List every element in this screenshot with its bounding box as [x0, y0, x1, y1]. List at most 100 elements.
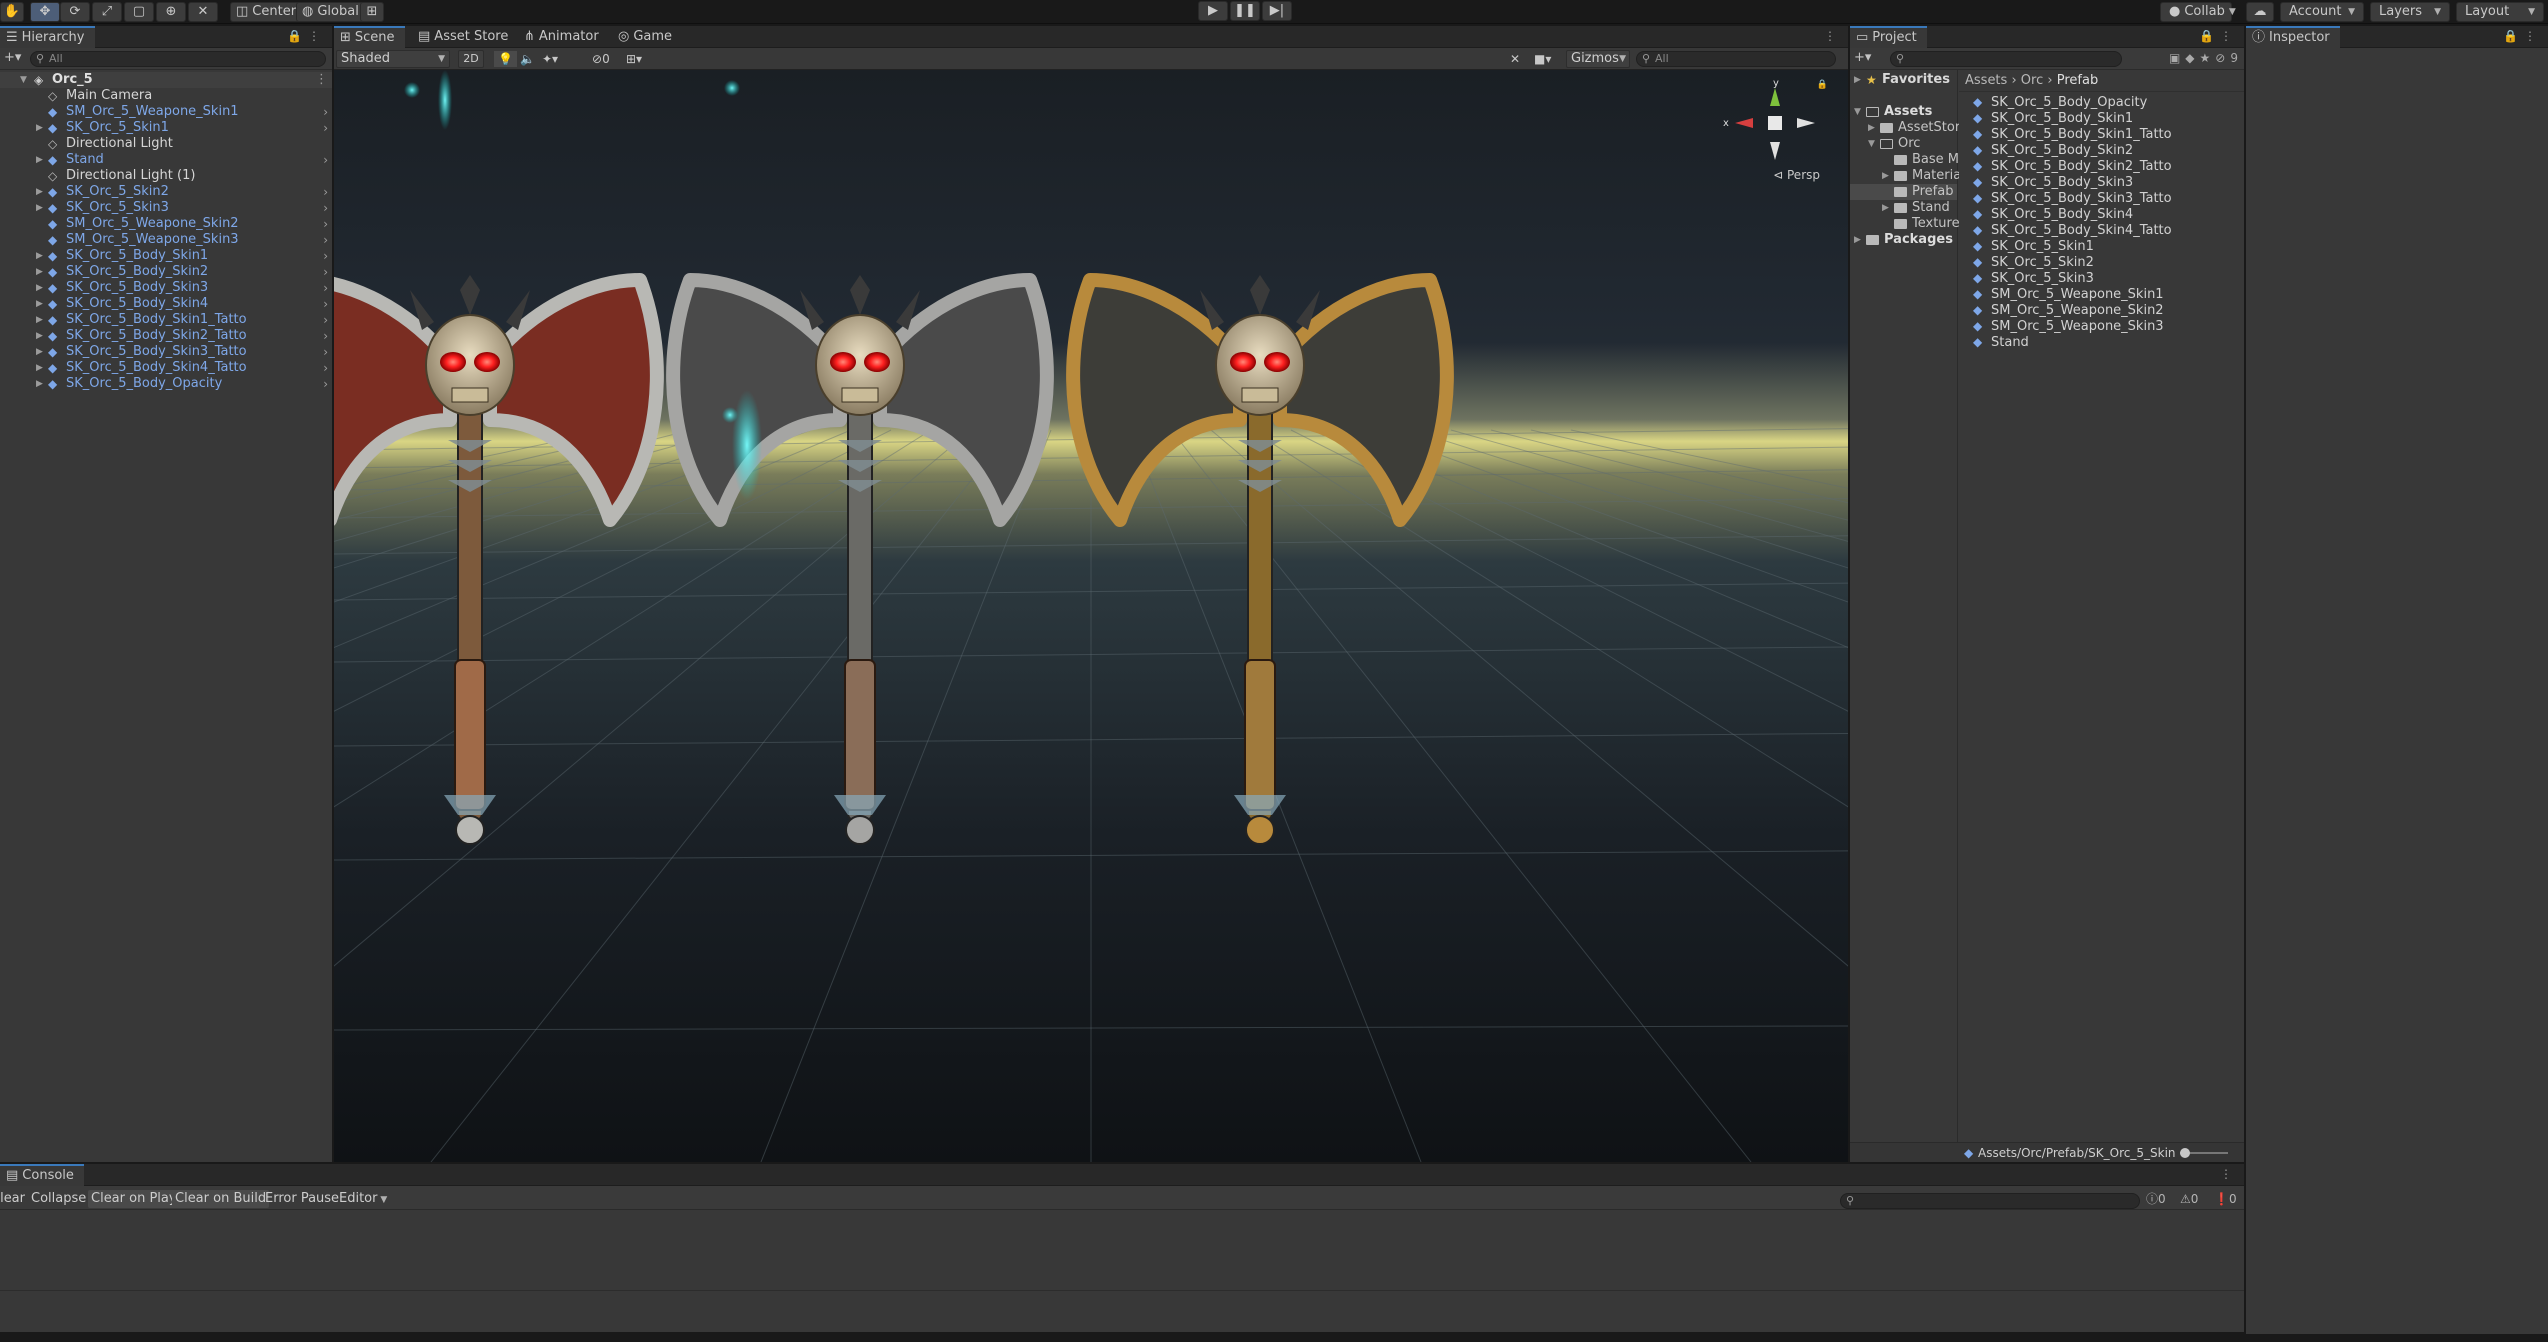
- panel-menu-icon[interactable]: ⋮: [1824, 29, 1842, 43]
- grid-snap-icon[interactable]: ⊞: [360, 2, 384, 22]
- folder-tree-item[interactable]: ▼ Orc: [1850, 136, 1957, 152]
- asset-list-item[interactable]: ◆ SK_Orc_5_Body_Skin1: [1959, 110, 2244, 126]
- global-space-button[interactable]: ◍ Global: [296, 2, 365, 22]
- info-count-toggle[interactable]: ⓘ0: [2146, 1190, 2166, 1208]
- hierarchy-item[interactable]: ▶ ◆ SK_Orc_5_Body_Skin2 ›: [0, 264, 332, 280]
- hierarchy-item[interactable]: ▶ ◆ SK_Orc_5_Skin2 ›: [0, 184, 332, 200]
- expand-arrow-icon[interactable]: ▶: [36, 328, 43, 344]
- clear-on-build-button[interactable]: Clear on Build: [172, 1190, 270, 1208]
- scene-viewport[interactable]: y x ⊲ Persp 🔒: [334, 70, 1848, 1162]
- projection-toggle[interactable]: ⊲ Persp: [1773, 168, 1820, 182]
- folder-tree-item[interactable]: ▶ AssetStore: [1850, 120, 1968, 136]
- hierarchy-item[interactable]: ◆ SM_Orc_5_Weapone_Skin3 ›: [0, 232, 332, 248]
- asset-list-item[interactable]: ◆ SK_Orc_5_Skin2: [1959, 254, 2244, 270]
- breadcrumb-current[interactable]: Prefab: [2057, 73, 2098, 88]
- asset-list-item[interactable]: ◆ SK_Orc_5_Body_Skin4_Tatto: [1959, 222, 2244, 238]
- step-button[interactable]: ▶|: [1262, 1, 1292, 21]
- asset-list-item[interactable]: ◆ SK_Orc_5_Body_Skin2: [1959, 142, 2244, 158]
- gizmos-dropdown[interactable]: Gizmos ▼: [1566, 50, 1630, 68]
- hierarchy-item[interactable]: ▶ ◆ SK_Orc_5_Body_Skin3 ›: [0, 280, 332, 296]
- hierarchy-search-input[interactable]: All: [30, 51, 326, 67]
- custom-tool-icon[interactable]: ✕: [188, 2, 218, 22]
- filter-label-icon[interactable]: ◆: [2185, 51, 2199, 65]
- cloud-button[interactable]: ☁: [2246, 2, 2274, 22]
- hierarchy-item[interactable]: ▶ ◆ SK_Orc_5_Body_Opacity ›: [0, 376, 332, 392]
- expand-arrow-icon[interactable]: ▶: [36, 280, 43, 296]
- asset-list-item[interactable]: ◆ SK_Orc_5_Body_Skin3_Tatto: [1959, 190, 2244, 206]
- expand-arrow-icon[interactable]: ▶: [36, 264, 43, 280]
- camera-dropdown-icon[interactable]: ■▾: [1534, 51, 1551, 67]
- scene-search-input[interactable]: All: [1636, 51, 1836, 67]
- open-prefab-icon[interactable]: ›: [323, 312, 328, 328]
- account-dropdown[interactable]: Account ▼: [2280, 2, 2364, 22]
- expand-arrow-icon[interactable]: ▼: [20, 72, 27, 88]
- hierarchy-item[interactable]: ▶ ◆ Stand ›: [0, 152, 332, 168]
- asset-list-item[interactable]: ◆ Stand: [1959, 334, 2244, 350]
- expand-arrow-icon[interactable]: ▶: [36, 184, 43, 200]
- lighting-toggle-icon[interactable]: 💡: [494, 51, 517, 67]
- error-count-toggle[interactable]: ❗0: [2214, 1190, 2237, 1208]
- open-prefab-icon[interactable]: ›: [323, 120, 328, 136]
- expand-arrow-icon[interactable]: ▼: [1854, 104, 1861, 120]
- collapse-button[interactable]: Collapse: [28, 1190, 89, 1208]
- tab-project[interactable]: ▭ Project: [1850, 26, 1927, 48]
- asset-list-item[interactable]: ◆ SK_Orc_5_Body_Skin3: [1959, 174, 2244, 190]
- folder-tree-item[interactable]: Textures: [1850, 216, 1966, 232]
- filter-type-icon[interactable]: ▣: [2169, 51, 2185, 65]
- error-pause-button[interactable]: Error Pause: [262, 1190, 342, 1208]
- icon-size-slider[interactable]: [2180, 1148, 2228, 1158]
- expand-arrow-icon[interactable]: ▶: [36, 120, 43, 136]
- hierarchy-item[interactable]: ▶ ◆ SK_Orc_5_Body_Skin2_Tatto ›: [0, 328, 332, 344]
- hierarchy-item[interactable]: ▶ ◆ SK_Orc_5_Body_Skin1_Tatto ›: [0, 312, 332, 328]
- expand-arrow-icon[interactable]: ▶: [1882, 168, 1889, 184]
- expand-arrow-icon[interactable]: ▶: [36, 344, 43, 360]
- star-icon[interactable]: ★: [2200, 51, 2216, 65]
- panel-menu-icon[interactable]: 🔒⋮: [287, 29, 326, 43]
- effects-dropdown-icon[interactable]: ✦▾: [542, 51, 558, 67]
- open-prefab-icon[interactable]: ›: [323, 248, 328, 264]
- open-prefab-icon[interactable]: ›: [323, 360, 328, 376]
- lock-icon[interactable]: 🔒: [1817, 80, 1828, 90]
- warning-count-toggle[interactable]: ⚠0: [2180, 1190, 2198, 1208]
- expand-arrow-icon[interactable]: ▶: [36, 312, 43, 328]
- clear-button[interactable]: Clear: [0, 1190, 28, 1208]
- asset-list-item[interactable]: ◆ SK_Orc_5_Body_Skin2_Tatto: [1959, 158, 2244, 174]
- hierarchy-item[interactable]: ◇ Main Camera: [0, 88, 332, 104]
- breadcrumb-item[interactable]: Orc: [2021, 73, 2043, 88]
- open-prefab-icon[interactable]: ›: [323, 184, 328, 200]
- more-icon[interactable]: ⋮: [315, 72, 328, 88]
- breadcrumb-item[interactable]: Assets: [1965, 73, 2007, 88]
- open-prefab-icon[interactable]: ›: [323, 104, 328, 120]
- hierarchy-item[interactable]: ◇ Directional Light (1): [0, 168, 332, 184]
- add-object-button[interactable]: +▾: [4, 50, 21, 65]
- open-prefab-icon[interactable]: ›: [323, 232, 328, 248]
- tab-scene[interactable]: ⊞ Scene: [334, 26, 405, 48]
- asset-list-item[interactable]: ◆ SK_Orc_5_Body_Opacity: [1959, 94, 2244, 110]
- expand-arrow-icon[interactable]: ▶: [36, 296, 43, 312]
- move-tool-icon[interactable]: ✥: [30, 2, 60, 22]
- panel-menu-icon[interactable]: 🔒⋮: [2503, 29, 2542, 43]
- hidden-objects-toggle[interactable]: ⊘0: [592, 51, 610, 67]
- folder-tree-item[interactable]: ▶ Material: [1850, 168, 1965, 184]
- open-prefab-icon[interactable]: ›: [323, 264, 328, 280]
- shading-mode-dropdown[interactable]: Shaded ▼: [336, 50, 450, 68]
- grid-toggle-icon[interactable]: ⊞▾: [626, 51, 642, 67]
- asset-list-item[interactable]: ◆ SM_Orc_5_Weapone_Skin2: [1959, 302, 2244, 318]
- asset-list-item[interactable]: ◆ SK_Orc_5_Skin3: [1959, 270, 2244, 286]
- asset-list-item[interactable]: ◆ SK_Orc_5_Skin1: [1959, 238, 2244, 254]
- layout-dropdown[interactable]: Layout ▼: [2456, 2, 2544, 22]
- hierarchy-item[interactable]: ▶ ◆ SK_Orc_5_Body_Skin3_Tatto ›: [0, 344, 332, 360]
- layers-dropdown[interactable]: Layers ▼: [2370, 2, 2450, 22]
- pause-button[interactable]: ❚❚: [1230, 1, 1260, 21]
- rect-tool-icon[interactable]: ▢: [124, 2, 154, 22]
- expand-arrow-icon[interactable]: ▶: [36, 360, 43, 376]
- favorites-row[interactable]: ▶ ★ Favorites: [1850, 72, 1957, 88]
- hand-tool-icon[interactable]: ✋: [0, 2, 24, 22]
- project-search-input[interactable]: [1890, 51, 2122, 67]
- expand-arrow-icon[interactable]: ▶: [36, 248, 43, 264]
- slider-handle[interactable]: [2180, 1148, 2190, 1158]
- editor-dropdown[interactable]: Editor ▼: [336, 1190, 390, 1208]
- open-prefab-icon[interactable]: ›: [323, 328, 328, 344]
- tab-inspector[interactable]: ⓘ Inspector: [2246, 26, 2340, 48]
- hierarchy-item[interactable]: ◆ SM_Orc_5_Weapone_Skin1 ›: [0, 104, 332, 120]
